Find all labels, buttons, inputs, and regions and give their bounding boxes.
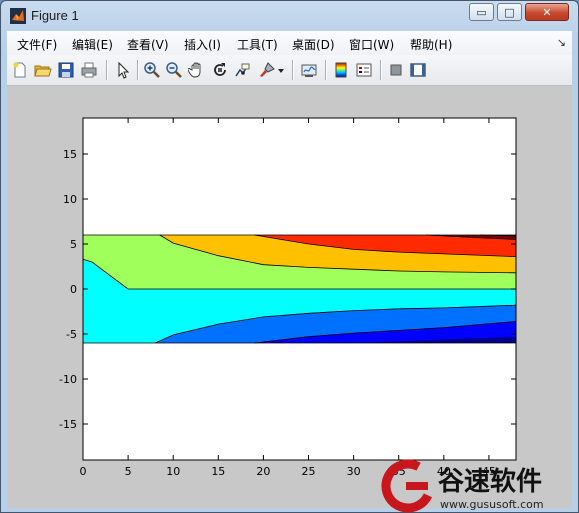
window-title: Figure 1 xyxy=(31,8,79,23)
close-icon: ✕ xyxy=(542,5,552,19)
maximize-button[interactable]: □ xyxy=(497,3,522,21)
figure-window: Figure 1 ▭ □ ✕ 文件(F) 编辑(E) 查看(V) 插入(I) 工… xyxy=(0,0,579,513)
watermark: 谷速软件 www.gususoft.com xyxy=(381,459,544,513)
data-cursor-icon[interactable] xyxy=(234,61,252,79)
link-plot-icon[interactable] xyxy=(300,61,318,79)
x-tick-label: 15 xyxy=(211,465,225,478)
legend-icon[interactable] xyxy=(355,61,373,79)
watermark-text: 谷速软件 xyxy=(438,467,542,497)
save-icon[interactable] xyxy=(57,61,75,79)
menu-desktop[interactable]: 桌面(D) xyxy=(292,36,335,53)
toolbar xyxy=(7,55,572,86)
open-file-icon[interactable] xyxy=(34,61,52,79)
figure-canvas: 0 5 10 15 20 25 30 35 40 45 15 10 5 0 -5 -10 -15 xyxy=(7,86,572,508)
x-tick-label: 5 xyxy=(125,465,132,478)
x-tick-label: 10 xyxy=(166,465,180,478)
show-plot-tools-icon[interactable] xyxy=(409,61,427,79)
y-tick-label: -15 xyxy=(59,418,77,431)
watermark-url: www.gususoft.com xyxy=(440,498,544,511)
dock-arrow-icon[interactable]: ↘ xyxy=(557,36,566,49)
rotate-3d-icon[interactable] xyxy=(211,61,229,79)
menu-file[interactable]: 文件(F) xyxy=(17,36,57,53)
y-tick-label: -10 xyxy=(59,373,77,386)
print-icon[interactable] xyxy=(80,61,98,79)
menu-bar: 文件(F) 编辑(E) 查看(V) 插入(I) 工具(T) 桌面(D) 窗口(W… xyxy=(7,31,572,55)
minimize-button[interactable]: ▭ xyxy=(469,3,494,21)
x-tick-label: 25 xyxy=(302,465,316,478)
zoom-out-icon[interactable] xyxy=(165,61,183,79)
colorbar-icon[interactable] xyxy=(332,61,350,79)
close-button[interactable]: ✕ xyxy=(525,3,569,21)
brush-icon[interactable] xyxy=(258,61,276,79)
toolbar-separator xyxy=(380,60,382,80)
y-tick-label: 15 xyxy=(63,148,77,161)
y-tick-label: -5 xyxy=(66,328,77,341)
menu-window[interactable]: 窗口(W) xyxy=(349,36,394,53)
x-tick-label: 30 xyxy=(347,465,361,478)
client-area: 文件(F) 编辑(E) 查看(V) 插入(I) 工具(T) 桌面(D) 窗口(W… xyxy=(7,31,572,508)
brush-dropdown-icon[interactable] xyxy=(277,61,285,79)
title-bar[interactable]: Figure 1 ▭ □ ✕ xyxy=(1,1,578,31)
pointer-icon[interactable] xyxy=(113,61,131,79)
menu-tools[interactable]: 工具(T) xyxy=(237,36,278,53)
minimize-icon: ▭ xyxy=(476,5,487,19)
menu-help[interactable]: 帮助(H) xyxy=(410,36,452,53)
toolbar-separator xyxy=(325,60,327,80)
toolbar-separator xyxy=(292,60,294,80)
y-tick-label: 5 xyxy=(70,238,77,251)
hide-plot-tools-icon[interactable] xyxy=(387,61,405,79)
y-tick-label: 10 xyxy=(63,193,77,206)
menu-view[interactable]: 查看(V) xyxy=(127,36,169,53)
pan-hand-icon[interactable] xyxy=(188,61,206,79)
toolbar-separator xyxy=(106,60,108,80)
x-tick-label: 20 xyxy=(256,465,270,478)
x-tick-label: 0 xyxy=(80,465,87,478)
y-tick-label: 0 xyxy=(70,283,77,296)
menu-insert[interactable]: 插入(I) xyxy=(184,36,221,53)
matlab-icon xyxy=(10,8,26,24)
zoom-in-icon[interactable] xyxy=(143,61,161,79)
toolbar-separator xyxy=(137,60,139,80)
new-figure-icon[interactable] xyxy=(11,61,29,79)
contour-plot[interactable]: 0 5 10 15 20 25 30 35 40 45151050-5-10-15 xyxy=(7,86,572,508)
maximize-icon: □ xyxy=(504,5,515,19)
menu-edit[interactable]: 编辑(E) xyxy=(72,36,113,53)
